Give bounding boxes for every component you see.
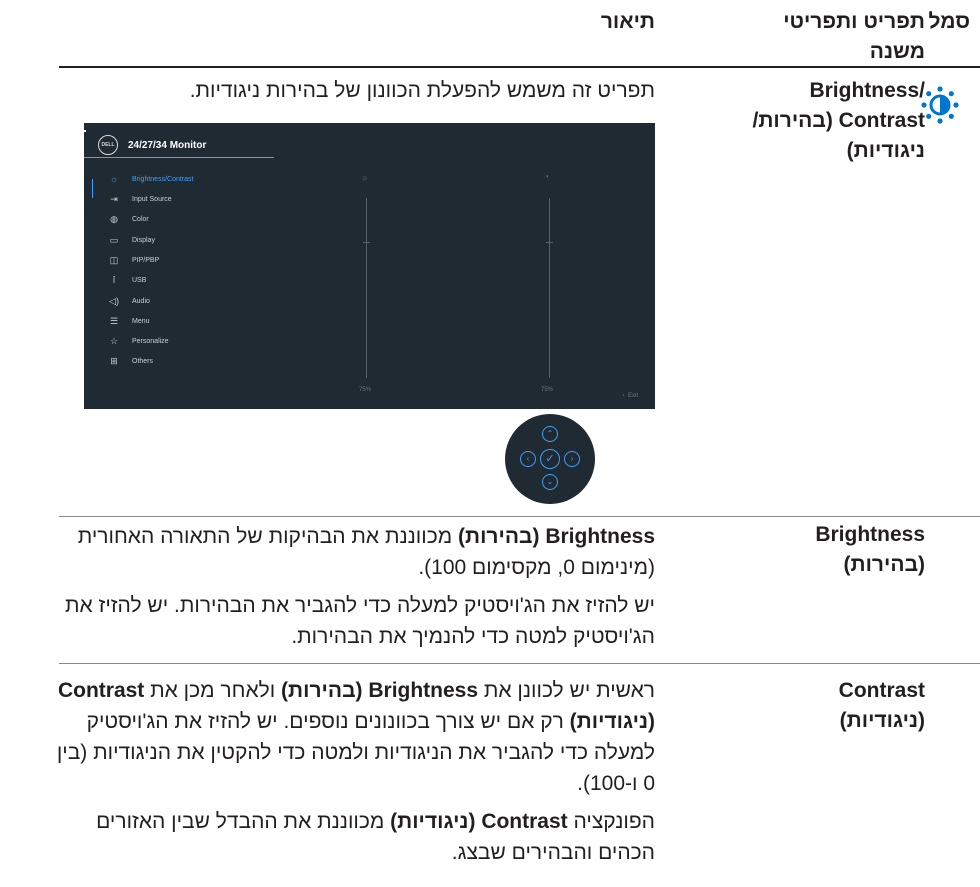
chevron-left-icon: ‹: [622, 393, 625, 399]
brightness-icon: ☼: [109, 174, 119, 184]
usb-icon: ỉ: [113, 275, 115, 285]
pip-pbp-icon: ◫: [109, 254, 119, 265]
brightness-term: Brightness (בהירות): [281, 679, 479, 702]
header-menu: תפריט ותפריטי משנה: [783, 10, 925, 63]
check-icon[interactable]: ✓: [540, 449, 560, 469]
osd-item-input-source[interactable]: ⇥ Input Source: [106, 189, 172, 209]
header-description: תיאור: [600, 10, 655, 33]
osd-screenshot: DELL 24/27/34 Monitor ☼ Brightness/Contr…: [84, 123, 655, 409]
osd-item-usb[interactable]: ỉ USB: [106, 270, 146, 290]
joystick-diagram: ⌃ ‹ ✓ › ⌄: [505, 414, 595, 504]
input-source-icon: ⇥: [110, 193, 118, 204]
osd-item-label: PIP/PBP: [132, 256, 160, 264]
chevron-up-icon[interactable]: ⌃: [542, 426, 558, 442]
osd-item-label: Personalize: [132, 337, 169, 345]
others-icon: ⊞: [110, 355, 118, 366]
osd-title: 24/27/34 Monitor: [128, 139, 207, 151]
chevron-right-icon[interactable]: ›: [564, 451, 580, 467]
menu-name-contrast: Contrast (ניגודיות): [838, 679, 925, 732]
osd-title-underline: [84, 157, 274, 158]
menu-name-brightness: Brightness (בהירות): [815, 523, 925, 576]
contrast-slider-handle[interactable]: [546, 242, 553, 243]
osd-item-display[interactable]: ▭ Display: [106, 230, 155, 250]
row-divider: [59, 663, 980, 664]
osd-title-bar: DELL 24/27/34 Monitor: [98, 134, 206, 156]
osd-item-label: Others: [132, 357, 154, 365]
header-rule: [59, 66, 980, 68]
osd-item-label: Input Source: [132, 195, 172, 203]
display-icon: ▭: [109, 234, 119, 245]
osd-item-label: Audio: [132, 297, 150, 305]
menu-name-brightness-contrast: Brightness/ Contrast (בהירות/ ניגודיות): [752, 79, 926, 162]
contrast-text: ראשית יש לכוונן את: [478, 679, 655, 702]
contrast-slider-icon: ◐: [546, 174, 550, 180]
header-symbol: סמל: [928, 10, 970, 33]
brightness-slider-handle[interactable]: [363, 242, 370, 243]
osd-item-others[interactable]: ⊞ Others: [106, 351, 153, 371]
brightness-contrast-icon: [920, 85, 960, 125]
osd-item-color[interactable]: ◍ Color: [106, 209, 149, 229]
osd-item-label: Color: [132, 215, 149, 223]
personalize-icon: ☆: [109, 335, 119, 346]
osd-item-audio[interactable]: ◁) Audio: [106, 291, 150, 311]
brightness-slider-track[interactable]: [366, 198, 367, 378]
menu-icon: ☰: [109, 315, 119, 326]
osd-exit-label: Exit: [627, 393, 638, 399]
osd-item-personalize[interactable]: ☆ Personalize: [106, 331, 169, 351]
brightness-term: Brightness (בהירות): [458, 525, 655, 548]
audio-icon: ◁): [109, 295, 119, 306]
osd-item-menu[interactable]: ☰ Menu: [106, 311, 150, 331]
contrast-slider-track[interactable]: [549, 198, 550, 378]
color-icon: ◍: [110, 213, 118, 224]
description-brightness: Brightness (בהירות) מכווננת את הבהיקות ש…: [45, 521, 655, 652]
osd-exit-button[interactable]: ‹ Exit: [623, 393, 638, 399]
brightness-joystick-text: יש להזיז את הג'ויסטיק למעלה כדי להגביר א…: [65, 594, 655, 648]
brightness-slider-icon: ☼: [361, 173, 369, 182]
contrast-text: ולאחר מכן את: [144, 679, 282, 702]
dell-logo: DELL: [98, 135, 118, 155]
chevron-left-icon[interactable]: ‹: [520, 451, 536, 467]
description-contrast: ראשית יש לכוונן את Brightness (בהירות) ו…: [45, 675, 655, 868]
chevron-down-icon[interactable]: ⌄: [542, 474, 558, 490]
osd-item-label: USB: [132, 276, 147, 284]
contrast-function-text: הפונקציה: [567, 810, 655, 833]
contrast-term: Contrast (ניגודיות): [390, 810, 568, 833]
osd-corner-dot: [84, 130, 86, 132]
contrast-text: רק אם יש צורך בכוונונים נוספים. יש להזיז…: [56, 710, 655, 795]
osd-item-brightness-contrast[interactable]: ☼ Brightness/Contrast: [106, 169, 194, 189]
row-divider: [59, 516, 980, 517]
osd-selection-bar: [92, 179, 93, 198]
brightness-value: 75%: [359, 387, 372, 393]
description-brightness-contrast: תפריט זה משמש להפעלת הכוונון של בהירות נ…: [189, 79, 655, 102]
osd-item-label: Display: [132, 236, 155, 244]
osd-item-label: Menu: [132, 317, 150, 325]
osd-item-label: Brightness/Contrast: [132, 175, 194, 183]
osd-item-pip-pbp[interactable]: ◫ PIP/PBP: [106, 250, 160, 270]
contrast-value: 75%: [541, 387, 554, 393]
